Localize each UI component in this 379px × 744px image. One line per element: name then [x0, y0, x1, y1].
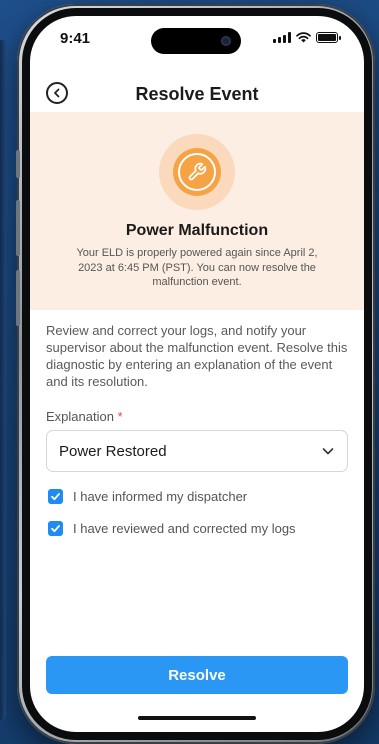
- logs-checkbox[interactable]: [48, 521, 63, 536]
- volume-up-button: [16, 200, 20, 256]
- battery-icon: [316, 32, 341, 43]
- header: Resolve Event: [30, 72, 364, 112]
- explanation-select-value: Power Restored: [59, 442, 167, 460]
- banner-title: Power Malfunction: [125, 222, 269, 239]
- app-screen: 9:41 Resolve Event Power Malfunction You…: [30, 16, 364, 732]
- cellular-signal-icon: [273, 32, 291, 43]
- resolve-button[interactable]: Resolve: [46, 656, 348, 694]
- dynamic-island: [151, 28, 241, 54]
- status-time: 9:41: [60, 30, 91, 47]
- banner-message: Your ELD is properly powered again since…: [76, 247, 318, 288]
- checkmark-icon: [51, 525, 60, 533]
- volume-down-button: [16, 270, 20, 326]
- required-asterisk: *: [117, 409, 123, 424]
- instructions-text: Review and correct your logs, and notify…: [46, 323, 348, 389]
- page-title: Resolve Event: [135, 84, 259, 104]
- checkmark-icon: [51, 493, 60, 501]
- wifi-icon: [296, 32, 311, 43]
- status-icons: [273, 32, 341, 43]
- alert-icon-halo: [159, 134, 235, 210]
- malfunction-banner: Power Malfunction Your ELD is properly p…: [30, 112, 364, 310]
- mute-switch: [16, 150, 20, 178]
- checkbox-row-dispatcher[interactable]: I have informed my dispatcher: [48, 489, 247, 504]
- wrench-icon: [188, 162, 207, 181]
- explanation-label-text: Explanation: [46, 409, 114, 424]
- alert-icon-badge: [173, 148, 221, 196]
- status-bar: 9:41: [30, 16, 364, 64]
- checkbox-row-logs[interactable]: I have reviewed and corrected my logs: [48, 521, 296, 536]
- camera-icon: [221, 36, 231, 46]
- logs-checkbox-label: I have reviewed and corrected my logs: [73, 521, 296, 536]
- dispatcher-checkbox[interactable]: [48, 489, 63, 504]
- dispatcher-checkbox-label: I have informed my dispatcher: [73, 489, 248, 504]
- explanation-select[interactable]: Power Restored: [46, 430, 348, 472]
- background-device-edge: [0, 40, 6, 720]
- home-indicator[interactable]: [138, 716, 256, 720]
- explanation-label: Explanation *: [46, 409, 123, 424]
- chevron-down-icon: [322, 448, 334, 455]
